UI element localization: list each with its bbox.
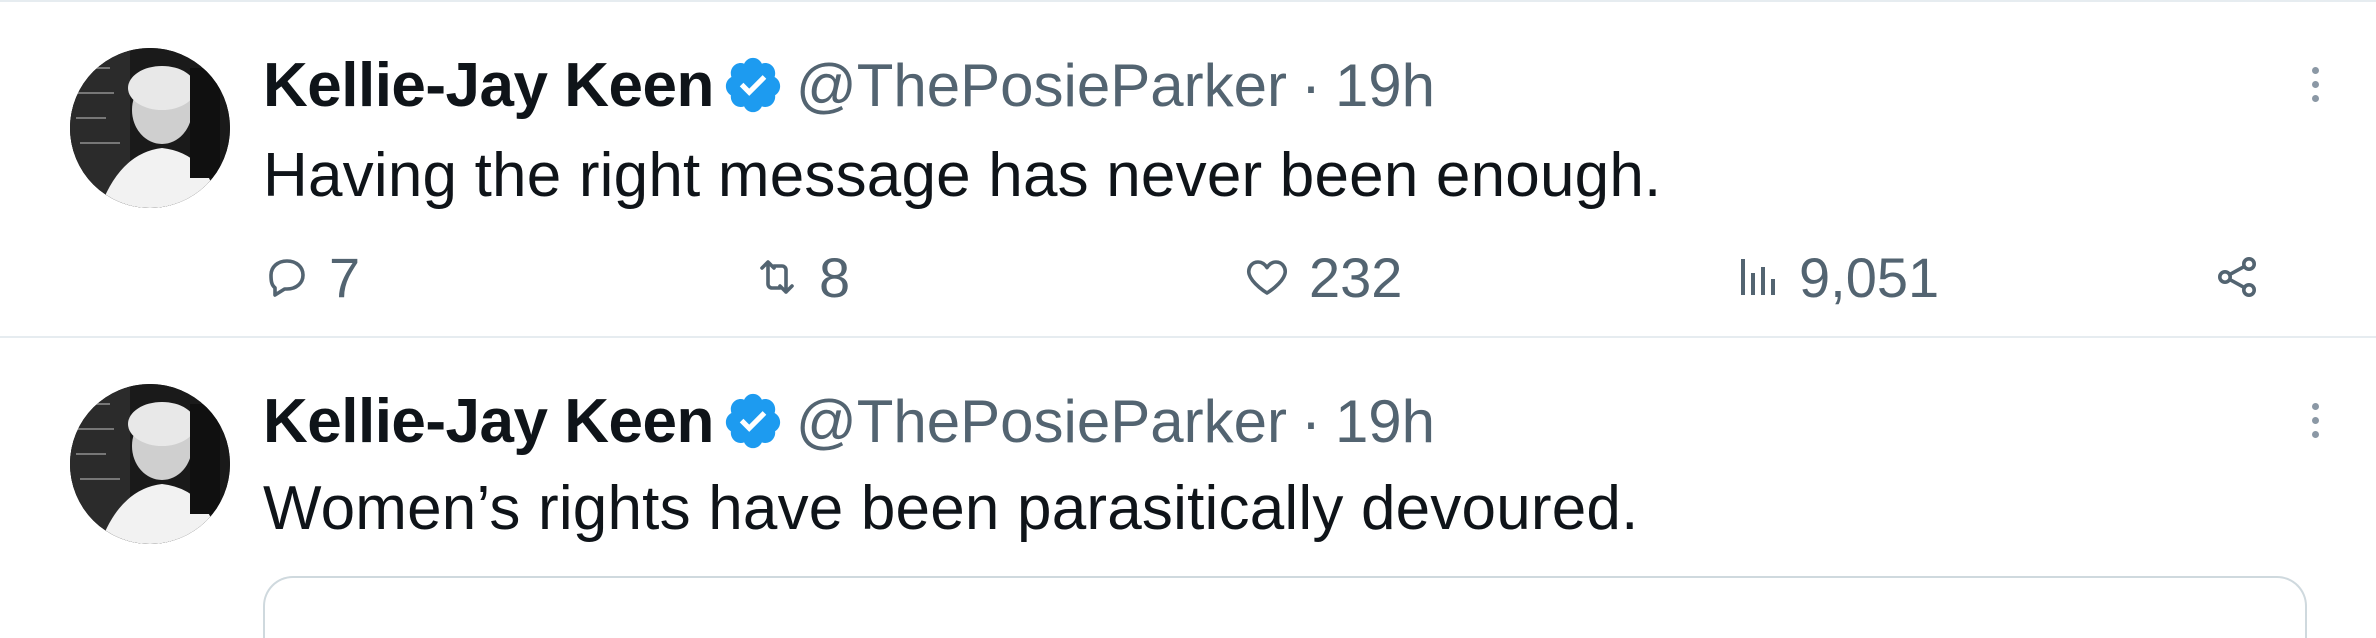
author-handle[interactable]: @ThePosieParker: [796, 387, 1287, 456]
retweet-count: 8: [819, 245, 851, 309]
tweet-actions: 7 8 232 9,051: [263, 242, 2283, 312]
share-button[interactable]: [2213, 242, 2261, 312]
verified-badge-icon[interactable]: [722, 390, 784, 452]
avatar-image: [70, 48, 230, 208]
verified-badge-icon[interactable]: [722, 54, 784, 116]
tweet[interactable]: Kellie-Jay Keen @ThePosieParker · 19h Ha…: [0, 0, 2376, 338]
timestamp[interactable]: 19h: [1335, 51, 1435, 120]
reply-count: 7: [329, 245, 361, 309]
like-count: 232: [1309, 245, 1403, 309]
tweet[interactable]: Kellie-Jay Keen @ThePosieParker · 19h Wo…: [0, 338, 2376, 638]
reply-button[interactable]: 7: [263, 242, 360, 312]
retweet-icon: [760, 260, 794, 294]
timestamp[interactable]: 19h: [1335, 387, 1435, 456]
tweet-header: Kellie-Jay Keen @ThePosieParker · 19h: [263, 45, 1435, 125]
view-count: 9,051: [1799, 245, 1940, 309]
separator-dot: ·: [1300, 51, 1321, 119]
like-button[interactable]: 232: [1243, 242, 1402, 312]
tweet-text: Women’s rights have been parasitically d…: [263, 474, 1639, 543]
analytics-icon: [1741, 259, 1775, 295]
separator-dot: ·: [1300, 387, 1321, 455]
views-button[interactable]: 9,051: [1733, 242, 1939, 312]
author-name[interactable]: Kellie-Jay Keen: [263, 50, 714, 121]
media-card[interactable]: [263, 576, 2307, 638]
more-options-icon[interactable]: [2300, 390, 2330, 450]
more-options-icon[interactable]: [2300, 54, 2330, 114]
avatar[interactable]: [70, 48, 230, 208]
author-name[interactable]: Kellie-Jay Keen: [263, 386, 714, 457]
retweet-button[interactable]: 8: [753, 242, 850, 312]
avatar[interactable]: [70, 384, 230, 544]
avatar-image: [70, 384, 230, 544]
heart-icon: [1247, 260, 1287, 295]
author-handle[interactable]: @ThePosieParker: [796, 51, 1287, 120]
tweet-header: Kellie-Jay Keen @ThePosieParker · 19h: [263, 381, 1435, 461]
reply-icon: [269, 259, 305, 297]
share-icon: [2218, 257, 2256, 297]
tweet-text: Having the right message has never been …: [263, 141, 1662, 210]
